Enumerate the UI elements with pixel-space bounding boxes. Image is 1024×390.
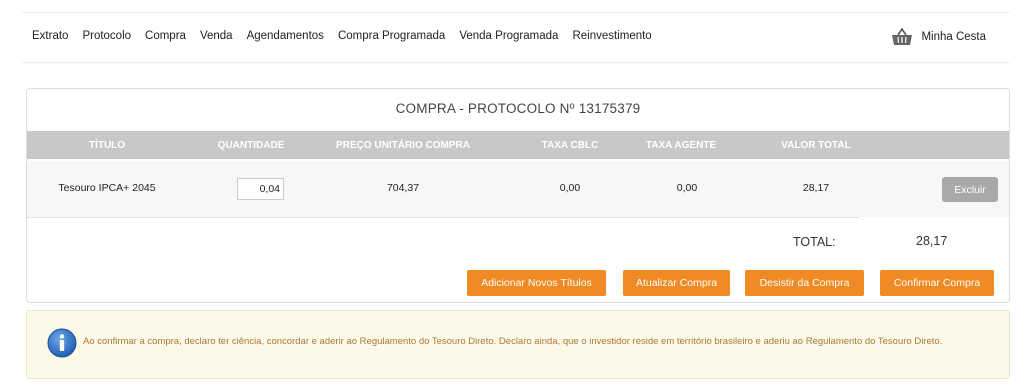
nav-item-compra-programada[interactable]: Compra Programada xyxy=(338,30,445,42)
confirm-purchase-button[interactable]: Confirmar Compra xyxy=(880,270,994,296)
col-quantidade: QUANTIDADE xyxy=(217,140,285,151)
total-label: TOTAL: xyxy=(793,235,836,249)
add-titles-button[interactable]: Adicionar Novos Títulos xyxy=(467,270,606,296)
col-valor-total: VALOR TOTAL xyxy=(781,140,851,151)
purchase-panel: COMPRA - PROTOCOLO Nº 13175379 TÍTULO QU… xyxy=(26,88,1010,303)
quantity-input[interactable] xyxy=(237,178,284,200)
cell-valor-total: 28,17 xyxy=(802,182,830,194)
cancel-purchase-button[interactable]: Desistir da Compra xyxy=(745,270,864,296)
cart-label: Minha Cesta xyxy=(921,31,986,43)
notice-box: Ao confirmar a compra, declaro ter ciênc… xyxy=(26,310,1010,379)
nav-item-agendamentos[interactable]: Agendamentos xyxy=(247,30,324,42)
cell-taxa-agente: 0,00 xyxy=(676,182,698,194)
col-taxa-agente: TAXA AGENTE xyxy=(645,140,717,151)
cart-link[interactable]: Minha Cesta xyxy=(891,28,986,46)
basket-icon xyxy=(892,28,913,45)
update-purchase-button[interactable]: Atualizar Compra xyxy=(623,270,730,296)
table-row: Tesouro IPCA+ 2045 704,37 0,00 0,00 28,1… xyxy=(27,161,1009,217)
table-header: TÍTULO QUANTIDADE PREÇO UNITÁRIO COMPRA … xyxy=(27,131,1009,159)
top-divider xyxy=(22,12,1010,13)
col-titulo: TÍTULO xyxy=(88,140,126,151)
panel-title: COMPRA - PROTOCOLO Nº 13175379 xyxy=(395,101,641,116)
col-taxa-cblc: TAXA CBLC xyxy=(541,140,599,151)
info-icon xyxy=(47,328,77,358)
delete-button[interactable]: Excluir xyxy=(942,177,998,202)
nav-item-venda[interactable]: Venda xyxy=(200,30,233,42)
nav-item-extrato[interactable]: Extrato xyxy=(32,30,68,42)
nav-item-compra[interactable]: Compra xyxy=(145,30,186,42)
total-value: 28,17 xyxy=(916,234,948,248)
main-nav: Extrato Protocolo Compra Venda Agendamen… xyxy=(32,30,666,42)
nav-item-reinvestimento[interactable]: Reinvestimento xyxy=(572,30,651,42)
notice-text: Ao confirmar a compra, declaro ter ciênc… xyxy=(83,336,943,347)
nav-divider xyxy=(22,62,1010,63)
cell-titulo: Tesouro IPCA+ 2045 xyxy=(58,182,156,194)
cell-preco: 704,37 xyxy=(386,182,420,194)
col-preco: PREÇO UNITÁRIO COMPRA xyxy=(336,140,470,151)
nav-item-venda-programada[interactable]: Venda Programada xyxy=(459,30,558,42)
cell-taxa-cblc: 0,00 xyxy=(559,182,581,194)
row-divider xyxy=(27,217,859,218)
nav-item-protocolo[interactable]: Protocolo xyxy=(82,30,131,42)
